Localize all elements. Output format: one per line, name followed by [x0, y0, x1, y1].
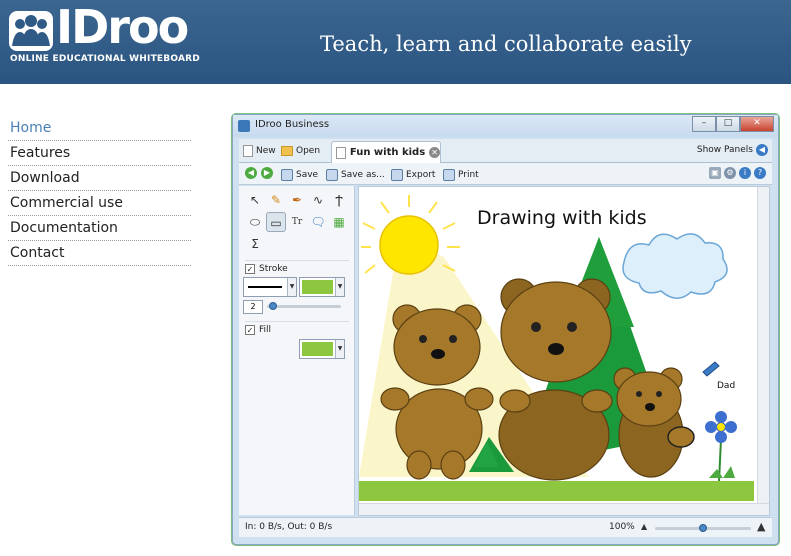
app-icon [238, 120, 250, 132]
show-panels-label: Show Panels [696, 145, 753, 155]
close-button[interactable]: ✕ [740, 116, 774, 132]
document-icon [336, 146, 346, 159]
author-label: Dad [717, 381, 736, 391]
stroke-width-slider-knob[interactable] [269, 302, 277, 310]
tab-bar: New Open Fun with kids ✕ Show Panels ◀ [239, 139, 772, 163]
cloud [622, 233, 728, 299]
save-as-icon [326, 169, 338, 181]
folder-icon [281, 146, 293, 156]
redo-icon[interactable]: ▶ [261, 167, 273, 179]
vertical-scrollbar[interactable] [757, 187, 769, 515]
minimize-button[interactable]: – [692, 116, 716, 132]
open-button[interactable]: Open [281, 143, 320, 159]
canvas-title: Drawing with kids [477, 207, 647, 229]
save-as-button[interactable]: Save as... [326, 167, 385, 183]
export-icon [391, 169, 403, 181]
open-label: Open [296, 146, 321, 156]
pencil-cursor-icon [702, 361, 720, 377]
curve-tool-icon[interactable]: ∿ [308, 190, 328, 210]
ellipse-tool-icon[interactable]: ⬭ [245, 212, 265, 232]
zoom-level: 100% [609, 522, 635, 532]
save-icon [281, 169, 293, 181]
site-nav: Home Features Download Commercial use Do… [8, 116, 191, 266]
export-button[interactable]: Export [391, 167, 435, 183]
tagline: Teach, learn and collaborate easily [320, 32, 692, 56]
nav-features[interactable]: Features [8, 141, 191, 166]
gear-icon[interactable]: ⚙ [724, 167, 736, 179]
logo-people-icon [9, 11, 53, 51]
tools-panel: ↖ ✎ ✒ ∿ Ϯ ⬭ ▭ Tr 🗨 ▦ Σ ✓ Stroke ▼ ▼ 2 ✓ [239, 186, 355, 515]
print-button[interactable]: Print [443, 167, 479, 183]
fullscreen-icon[interactable]: ▣ [709, 167, 721, 179]
new-button[interactable]: New [243, 143, 276, 159]
info-icon[interactable]: i [739, 167, 751, 179]
zoom-out-icon[interactable]: ▲ [641, 522, 647, 531]
tab-close-icon[interactable]: ✕ [429, 147, 440, 158]
window-title: IDroo Business [255, 119, 330, 130]
print-label: Print [458, 170, 479, 180]
fill-color-swatch [302, 342, 333, 356]
status-bar: In: 0 B/s, Out: 0 B/s 100% ▲ ▲ [239, 517, 772, 537]
stroke-style-dropdown[interactable]: ▼ [243, 277, 297, 297]
whiteboard-canvas[interactable]: Drawing with kids Dad [358, 186, 770, 516]
rectangle-tool-icon[interactable]: ▭ [266, 212, 286, 232]
horizontal-scrollbar[interactable] [359, 503, 769, 515]
stroke-color-dropdown[interactable]: ▼ [299, 277, 345, 297]
speech-bubble-tool-icon[interactable]: 🗨 [308, 212, 328, 232]
show-panels-button[interactable]: Show Panels ◀ [697, 144, 768, 156]
export-label: Export [406, 170, 436, 180]
stroke-color-swatch [302, 280, 333, 294]
zoom-slider-knob[interactable] [699, 524, 707, 532]
select-tool-icon[interactable]: ↖ [245, 190, 265, 210]
fill-color-dropdown[interactable]: ▼ [299, 339, 345, 359]
stroke-checkbox[interactable]: ✓ [245, 263, 255, 274]
chevron-down-icon: ▼ [335, 278, 344, 296]
grass-tuft [709, 466, 735, 478]
nav-documentation[interactable]: Documentation [8, 216, 191, 241]
nav-contact[interactable]: Contact [8, 241, 191, 266]
tab-label: Fun with kids [349, 147, 426, 158]
stroke-width-input[interactable]: 2 [243, 300, 263, 314]
save-button[interactable]: Save [281, 167, 318, 183]
chevron-left-icon: ◀ [756, 144, 768, 156]
traffic-status: In: 0 B/s, Out: 0 B/s [245, 522, 333, 532]
window-titlebar[interactable]: IDroo Business – □ ✕ [233, 115, 778, 137]
save-as-label: Save as... [341, 170, 385, 180]
nav-download[interactable]: Download [8, 166, 191, 191]
undo-icon[interactable]: ◀ [245, 167, 257, 179]
fill-label: Fill [259, 324, 272, 335]
text-tool-icon[interactable]: Tr [287, 212, 307, 232]
new-document-icon [243, 145, 253, 157]
save-label: Save [296, 170, 319, 180]
spiral-tool-icon[interactable]: Ϯ [329, 190, 349, 210]
chevron-down-icon: ▼ [287, 278, 296, 296]
highlighter-tool-icon[interactable]: ✒ [287, 190, 307, 210]
stroke-width-slider[interactable] [267, 305, 341, 308]
chevron-down-icon: ▼ [335, 340, 344, 358]
stroke-line-sample [248, 286, 282, 288]
help-icon[interactable]: ? [754, 167, 766, 179]
image-tool-icon[interactable]: ▦ [329, 212, 349, 232]
site-header: IDroo ONLINE EDUCATIONAL WHITEBOARD Teac… [0, 0, 791, 84]
zoom-in-icon[interactable]: ▲ [757, 520, 765, 533]
fill-section: ✓ Fill [245, 321, 349, 335]
toolbar: ◀ ▶ Save Save as... Export Print ▣ ⚙ i ? [239, 163, 772, 185]
nav-commercial-use[interactable]: Commercial use [8, 191, 191, 216]
bear-small-right [613, 367, 695, 478]
formula-tool-icon[interactable]: Σ [245, 234, 265, 254]
maximize-button[interactable]: □ [716, 116, 740, 132]
pencil-tool-icon[interactable]: ✎ [266, 190, 286, 210]
stroke-section: ✓ Stroke [245, 260, 349, 274]
printer-icon [443, 169, 455, 181]
drawing [359, 195, 754, 501]
nav-home[interactable]: Home [8, 116, 191, 141]
logo-text: IDroo [56, 0, 189, 54]
app-window: IDroo Business – □ ✕ New Open Fun with k… [232, 114, 779, 545]
new-label: New [256, 146, 276, 156]
grass-strip [359, 481, 754, 501]
logo-subtitle: ONLINE EDUCATIONAL WHITEBOARD [10, 54, 200, 64]
fill-checkbox[interactable]: ✓ [245, 324, 255, 335]
stroke-label: Stroke [259, 263, 288, 274]
tab-fun-with-kids[interactable]: Fun with kids ✕ [331, 141, 441, 163]
